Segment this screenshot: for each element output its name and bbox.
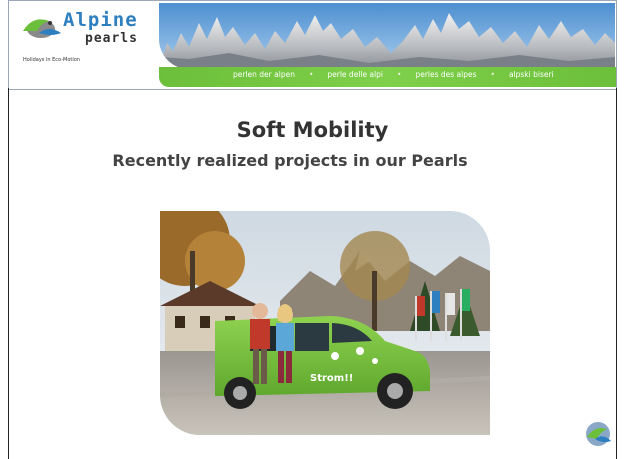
nav-link-perles-des-alpes[interactable]: perles des alpes [415,70,476,79]
slide-border-left [8,88,9,459]
nav-link-perlen-der-alpen[interactable]: perlen der alpen [233,70,295,79]
language-nav: perlen der alpen • perle delle alpi • pe… [225,70,610,79]
header-banner: Alpine pearls Holidays in Eco-Motion per… [8,0,617,90]
van-text: Strom!! [310,373,353,384]
mountains-banner-image [159,3,615,69]
nav-separator: • [397,70,402,79]
logo-brand-top: Alpine [63,9,138,31]
alpine-pearls-corner-icon [586,422,611,446]
nav-link-perle-delle-alpi[interactable]: perle delle alpi [327,70,383,79]
slide-subtitle: Recently realized projects in our Pearls [112,151,468,170]
alpine-pearls-bird-icon [23,19,61,38]
electric-van-photo: Strom!! [160,211,490,435]
slide: Alpine pearls Holidays in Eco-Motion per… [0,0,625,459]
slide-border-right [616,88,617,459]
nav-separator: • [308,70,314,79]
alpine-pearls-logo[interactable]: Alpine pearls Holidays in Eco-Motion [19,7,157,77]
nav-link-alpski-biseri[interactable]: alpski biseri [509,70,554,79]
logo-tagline: Holidays in Eco-Motion [23,57,80,63]
language-nav-bar: perlen der alpen • perle delle alpi • pe… [159,67,616,87]
nav-separator: • [490,70,495,79]
logo-brand-bottom: pearls [85,31,138,46]
slide-title: Soft Mobility [236,118,389,142]
